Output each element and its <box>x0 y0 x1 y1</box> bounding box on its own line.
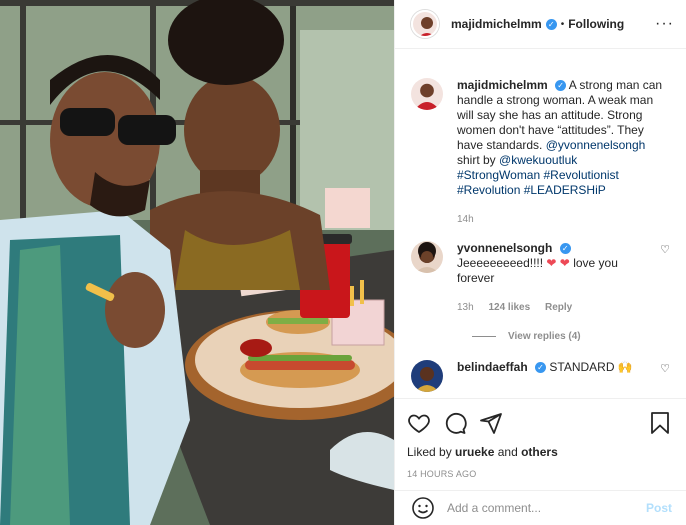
instagram-post-modal: majidmichelmm ✓ • Following ··· majidmic… <box>0 0 686 525</box>
comment-input[interactable] <box>447 501 646 515</box>
photo-illustration <box>0 0 394 525</box>
liked-by-others[interactable]: others <box>521 445 558 459</box>
replies-divider <box>472 336 496 337</box>
comment-text: STANDARD 🙌 <box>549 360 633 374</box>
comment-age: 13h <box>457 302 474 313</box>
commenter-username[interactable]: yvonnenelsongh <box>457 241 552 255</box>
post-side-panel: majidmichelmm ✓ • Following ··· majidmic… <box>394 0 686 525</box>
mention-link[interactable]: @kwekuoutluk <box>499 153 577 167</box>
hashtag-links[interactable]: #StrongWoman #Revolutionist <box>457 168 619 182</box>
verified-badge-icon: ✓ <box>545 18 557 30</box>
verified-badge-icon: ✓ <box>555 80 567 92</box>
hashtag-links[interactable]: #Revolution #LEADERSHiP <box>457 183 606 197</box>
post-photo[interactable] <box>0 0 394 525</box>
comment-body: yvonnenelsongh ✓ Jeeeeeeeeed!!!! ❤ ❤ lov… <box>457 241 654 315</box>
caption-age: 14h <box>457 214 474 225</box>
add-comment-bar: Post <box>395 490 686 525</box>
view-replies-label: View replies (4) <box>508 331 581 342</box>
heart-outline-icon[interactable] <box>407 411 431 435</box>
comment-likes[interactable]: 124 likes <box>488 302 530 313</box>
comment-item: belindaeffah ✓ STANDARD 🙌 ♡ <box>411 360 670 392</box>
liked-by-prefix: Liked by <box>407 445 456 459</box>
comment-like-heart-icon[interactable]: ♡ <box>660 362 670 392</box>
bookmark-icon[interactable] <box>648 411 672 435</box>
caption-text-2: shirt by <box>457 153 496 167</box>
author-avatar[interactable] <box>411 10 439 38</box>
liked-by-and: and <box>494 445 522 459</box>
post-timestamp: 14 HOURS AGO <box>407 469 477 479</box>
ellipsis-icon[interactable]: ··· <box>655 15 674 33</box>
comment-item: yvonnenelsongh ✓ Jeeeeeeeeed!!!! ❤ ❤ lov… <box>411 241 670 315</box>
liked-by-user[interactable]: urueke <box>455 445 494 459</box>
commenter-avatar[interactable] <box>411 241 443 273</box>
comment-like-heart-icon[interactable]: ♡ <box>660 243 670 315</box>
author-username[interactable]: majidmichelmm <box>451 17 542 31</box>
paper-plane-icon[interactable] <box>479 411 503 435</box>
caption-meta: 14h <box>457 212 670 227</box>
red-heart-emoji: ❤ ❤ <box>546 256 570 270</box>
comments-list[interactable]: majidmichelmm ✓ A strong man can handle … <box>395 50 686 397</box>
comment-meta: 13h 124 likes Reply <box>457 300 654 315</box>
reply-button[interactable]: Reply <box>545 302 572 313</box>
post-comment-button[interactable]: Post <box>646 501 672 515</box>
post-header: majidmichelmm ✓ • Following ··· <box>395 0 686 49</box>
view-replies-button[interactable]: View replies (4) <box>472 331 670 342</box>
speech-bubble-icon[interactable] <box>443 411 467 435</box>
smiley-icon[interactable] <box>411 496 435 520</box>
verified-badge-icon: ✓ <box>559 243 571 255</box>
caption-author-avatar[interactable] <box>411 78 443 110</box>
post-actions: Liked by urueke and others 14 HOURS AGO <box>395 398 686 490</box>
caption-username[interactable]: majidmichelmm <box>457 78 548 92</box>
post-caption: majidmichelmm ✓ A strong man can handle … <box>411 78 670 227</box>
caption-body: majidmichelmm ✓ A strong man can handle … <box>457 78 670 227</box>
separator-dot: • <box>560 18 565 30</box>
following-button[interactable]: Following <box>568 17 624 31</box>
action-icons-row <box>407 405 674 441</box>
verified-badge-icon: ✓ <box>535 362 547 374</box>
commenter-avatar[interactable] <box>411 360 443 392</box>
comment-body: belindaeffah ✓ STANDARD 🙌 <box>457 360 654 392</box>
mention-link[interactable]: @yvonnenelsongh <box>546 138 646 152</box>
comment-text: Jeeeeeeeeed!!!! <box>457 256 547 270</box>
commenter-username[interactable]: belindaeffah <box>457 360 528 374</box>
liked-by-text: Liked by urueke and others <box>407 445 674 459</box>
